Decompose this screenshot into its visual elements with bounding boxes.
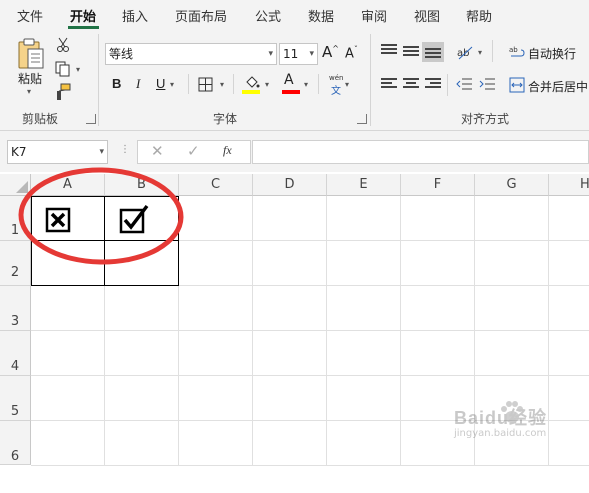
watermark: Baidu经验 jingyan.baidu.com [452, 398, 586, 448]
font-color-swatch [282, 90, 300, 94]
formula-input[interactable] [252, 140, 589, 164]
menu-bar: 文件 开始 插入 页面布局 公式 数据 审阅 视图 帮助 [0, 0, 589, 30]
copy-icon[interactable] [53, 60, 73, 78]
font-launcher-icon[interactable] [357, 114, 367, 124]
grow-font-button[interactable]: A^ [322, 43, 339, 61]
orientation-dropdown-icon[interactable]: ▾ [478, 48, 482, 57]
grow-font-glyph: A [322, 43, 333, 61]
copy-dropdown-icon[interactable]: ▾ [76, 65, 80, 74]
separator [447, 74, 448, 96]
tab-home[interactable]: 开始 [70, 6, 96, 25]
font-color-dropdown-icon[interactable]: ▾ [304, 80, 308, 89]
column-header-h[interactable]: H [549, 174, 589, 196]
increase-indent-icon[interactable] [478, 76, 496, 92]
align-top-icon[interactable] [381, 44, 397, 58]
chevron-down-icon[interactable]: ▾ [309, 44, 314, 64]
tab-formulas[interactable]: 公式 [255, 6, 281, 25]
separator [492, 40, 493, 62]
align-center-icon[interactable] [403, 78, 419, 92]
tab-data[interactable]: 数据 [308, 6, 334, 25]
column-header-g[interactable]: G [475, 174, 549, 196]
fill-color-swatch [242, 90, 260, 94]
tab-view[interactable]: 视图 [414, 6, 440, 25]
group-separator [370, 34, 371, 126]
merge-center-icon[interactable] [508, 76, 526, 94]
paste-icon[interactable] [14, 36, 48, 72]
group-separator [98, 34, 99, 126]
column-header-f[interactable]: F [401, 174, 475, 196]
orientation-icon[interactable]: ab [455, 43, 475, 61]
cancel-icon[interactable]: ✕ [151, 142, 164, 160]
bold-button[interactable]: B [112, 76, 121, 91]
row-header-5[interactable]: 5 [0, 376, 31, 421]
align-bottom-icon [425, 48, 441, 62]
alignment-group-label: 对齐方式 [461, 112, 510, 126]
gridline-vertical [400, 196, 401, 465]
italic-button[interactable]: I [136, 76, 140, 92]
name-box-value: K7 [11, 145, 27, 159]
decrease-indent-icon[interactable] [455, 76, 473, 92]
underline-button[interactable]: U [156, 76, 165, 91]
paste-label[interactable]: 粘贴 [18, 70, 42, 87]
align-right-icon[interactable] [425, 78, 441, 92]
tab-file[interactable]: 文件 [17, 6, 43, 25]
row-header-6[interactable]: 6 [0, 421, 31, 465]
svg-text:ab: ab [457, 48, 469, 59]
ribbon: 粘贴 ▾ ▾ 剪贴板 等线 ▾ 11 ▾ A^ Aˇ B I U ▾ ▾ ▾ A… [0, 30, 589, 131]
font-color-button[interactable]: A [284, 72, 294, 88]
fill-color-dropdown-icon[interactable]: ▾ [265, 80, 269, 89]
font-size-value: 11 [283, 47, 299, 61]
gridline-horizontal [31, 330, 589, 331]
gridline-horizontal [31, 375, 589, 376]
tab-insert[interactable]: 插入 [122, 6, 148, 25]
format-painter-icon[interactable] [53, 82, 73, 102]
phonetic-top[interactable]: wén [329, 74, 343, 82]
font-name-combo[interactable]: 等线 ▾ [105, 43, 277, 65]
watermark-text: Baidu经验 [454, 408, 548, 428]
merge-center-button[interactable]: 合并后居中 [528, 78, 588, 95]
clipboard-launcher-icon[interactable] [86, 114, 96, 124]
column-header-e[interactable]: E [327, 174, 401, 196]
chevron-down-icon[interactable]: ▾ [268, 44, 273, 64]
wrap-text-button[interactable]: 自动换行 [528, 45, 576, 62]
watermark-url: jingyan.baidu.com [454, 428, 547, 439]
align-bottom-button[interactable] [422, 42, 444, 62]
svg-text:ab: ab [509, 46, 518, 54]
separator [188, 74, 189, 94]
separator [233, 74, 234, 94]
active-tab-indicator [68, 26, 99, 29]
tab-review[interactable]: 审阅 [361, 6, 387, 25]
tab-page-layout[interactable]: 页面布局 [175, 6, 227, 25]
paste-dropdown-icon[interactable]: ▾ [27, 87, 31, 96]
font-size-combo[interactable]: 11 ▾ [279, 43, 318, 65]
font-group-label: 字体 [213, 112, 238, 126]
cut-icon[interactable] [54, 36, 72, 54]
align-left-icon[interactable] [381, 78, 397, 92]
underline-dropdown-icon[interactable]: ▾ [170, 80, 174, 89]
more-options-icon[interactable]: ⋮ [120, 144, 130, 155]
gridline-horizontal [31, 465, 589, 466]
row-header-4[interactable]: 4 [0, 331, 31, 376]
shrink-font-glyph: A [345, 46, 354, 62]
insert-function-button[interactable]: fx [223, 143, 232, 158]
separator [318, 74, 319, 94]
shrink-font-button[interactable]: Aˇ [345, 45, 358, 61]
gridline-vertical [326, 196, 327, 465]
annotation-circle [18, 167, 184, 265]
tab-help[interactable]: 帮助 [466, 6, 492, 25]
borders-dropdown-icon[interactable]: ▾ [220, 80, 224, 89]
font-name-value: 等线 [109, 47, 134, 61]
fill-color-icon[interactable] [242, 74, 262, 90]
phonetic-dropdown-icon[interactable]: ▾ [345, 80, 349, 89]
borders-icon[interactable] [196, 75, 214, 93]
column-header-d[interactable]: D [253, 174, 327, 196]
wrap-text-icon[interactable]: ab [508, 43, 526, 61]
enter-icon[interactable]: ✓ [187, 142, 200, 160]
gridline-vertical [252, 196, 253, 465]
phonetic-bottom[interactable]: 文 [331, 82, 341, 97]
align-middle-icon[interactable] [403, 46, 419, 60]
row-header-3[interactable]: 3 [0, 286, 31, 331]
clipboard-group-label: 剪贴板 [22, 112, 59, 126]
